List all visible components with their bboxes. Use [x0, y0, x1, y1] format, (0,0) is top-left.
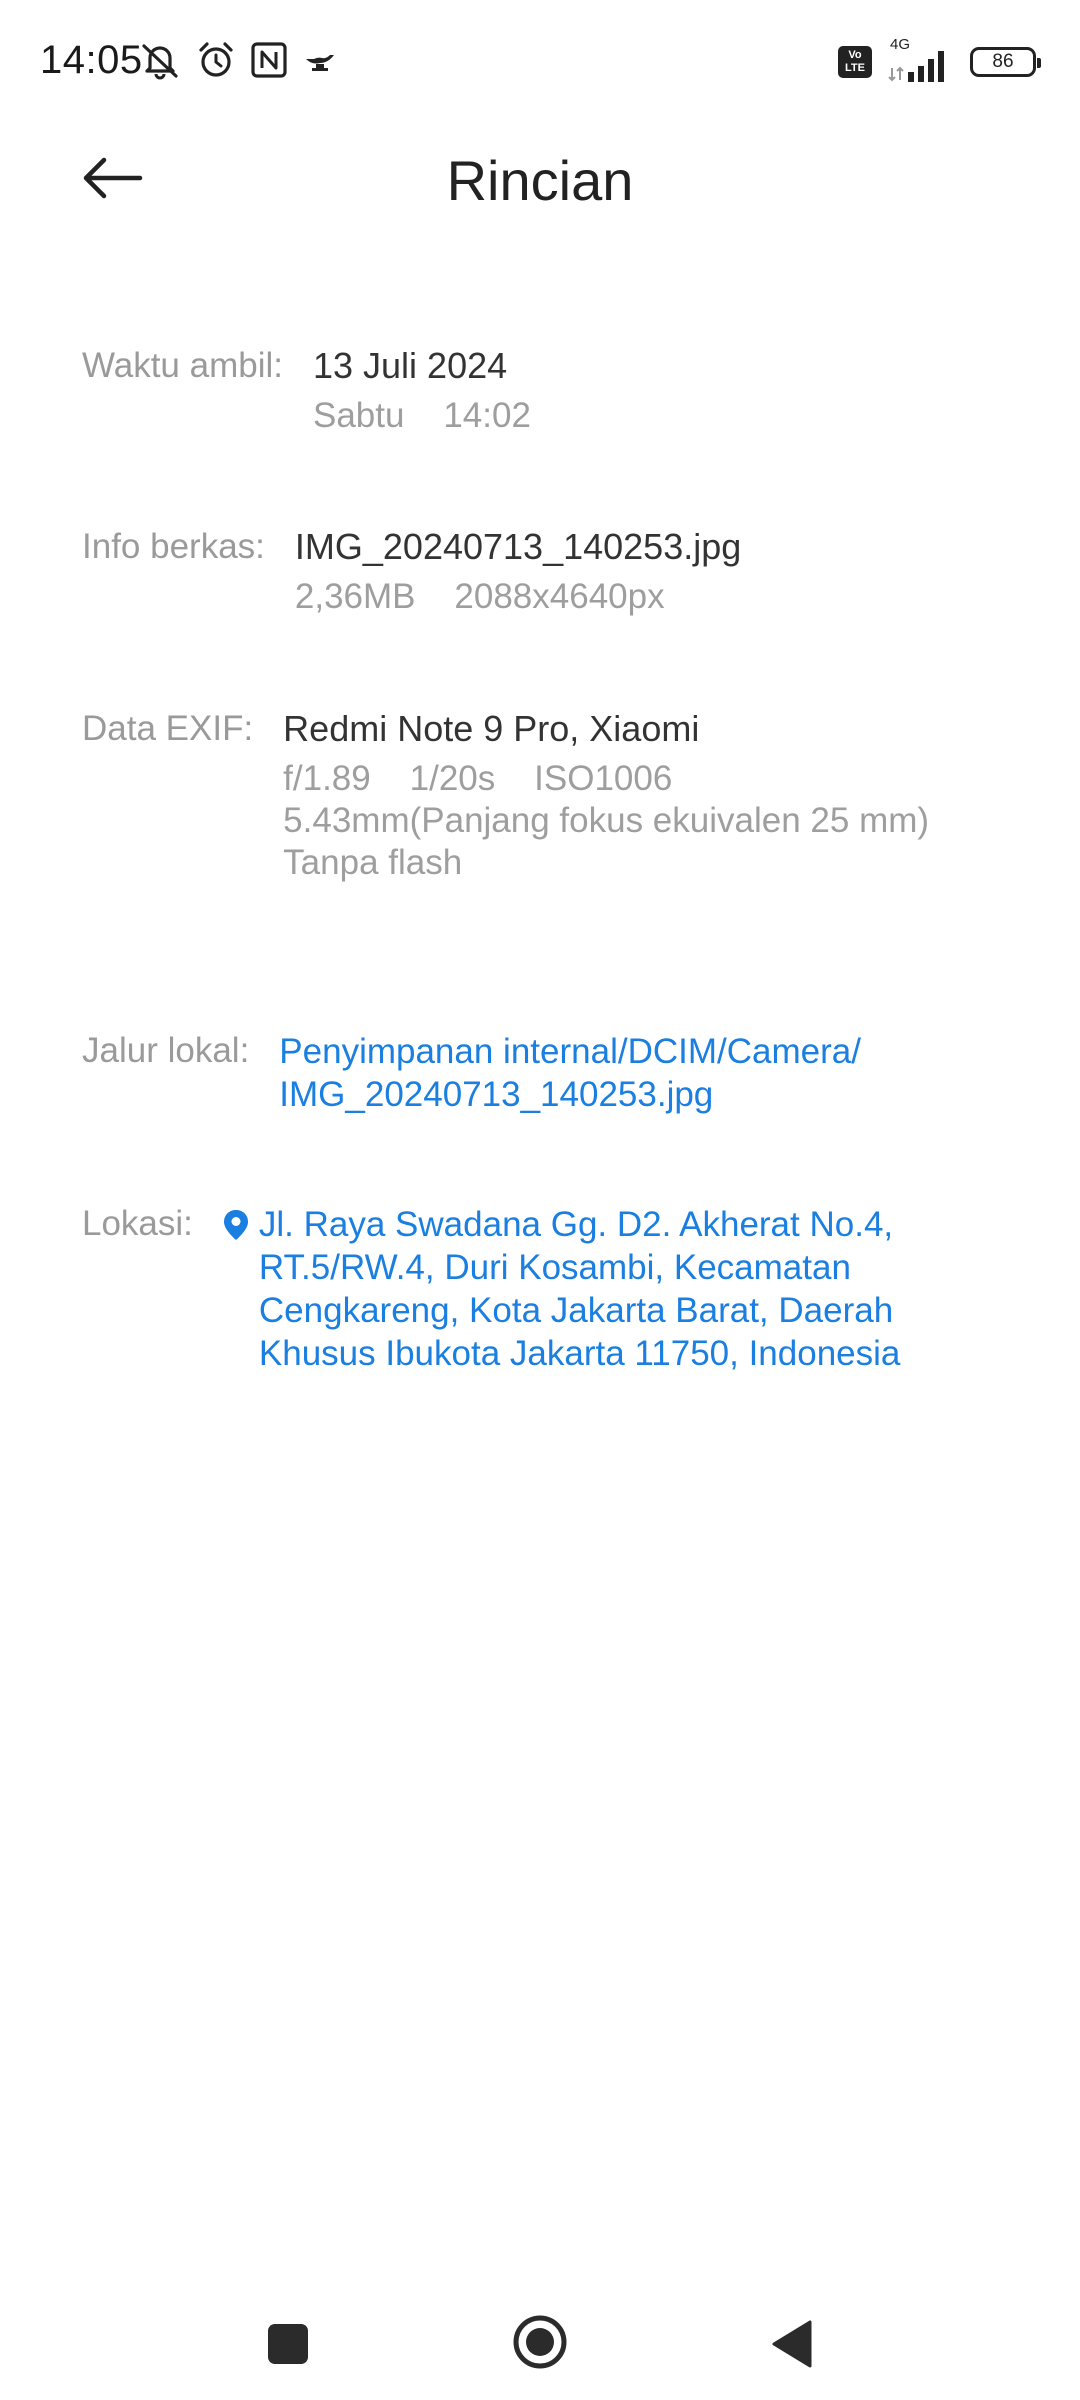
battery-level: 86: [992, 51, 1014, 72]
home-circle-icon[interactable]: [512, 2314, 568, 2370]
exif-focal: 5.43mm(Panjang fokus ekuivalen 25 mm): [283, 801, 930, 840]
location-pin-icon: [223, 1203, 253, 1375]
path-label: Jalur lokal:: [82, 1031, 250, 1070]
back-triangle-icon[interactable]: [768, 2318, 814, 2370]
exif-label: Data EXIF:: [82, 709, 254, 748]
capture-date: 13 Juli 2024: [312, 345, 508, 386]
file-label: Info berkas:: [82, 527, 265, 566]
path-link[interactable]: Penyimpanan internal/DCIM/Camera/ IMG_20…: [279, 1030, 861, 1116]
location-label: Lokasi:: [82, 1204, 193, 1243]
location-line: RT.5/RW.4, Duri Kosambi, Kecamatan: [258, 1248, 851, 1287]
file-name: IMG_20240713_140253.jpg: [294, 526, 742, 567]
detail-row-time: Waktu ambil: 13 Juli 2024 Sabtu 14:02: [82, 345, 531, 437]
exif-values: Redmi Note 9 Pro, Xiaomi f/1.89 1/20s IS…: [283, 708, 929, 884]
detail-row-file: Info berkas: IMG_20240713_140253.jpg 2,3…: [82, 526, 741, 618]
battery-icon: 86: [970, 47, 1041, 77]
time-label: Waktu ambil:: [82, 346, 283, 385]
file-meta: 2,36MB 2088x4640px: [294, 577, 665, 616]
status-bar: 14:05 Vo LTE 4G 86: [0, 0, 1080, 130]
exif-device: Redmi Note 9 Pro, Xiaomi: [283, 708, 700, 749]
path-line-2: IMG_20240713_140253.jpg: [279, 1075, 714, 1114]
detail-row-path: Jalur lokal: Penyimpanan internal/DCIM/C…: [82, 1030, 861, 1116]
capture-day-time: Sabtu 14:02: [312, 396, 531, 435]
location-line: Jl. Raya Swadana Gg. D2. Akherat No.4,: [258, 1205, 894, 1244]
location-address: Jl. Raya Swadana Gg. D2. Akherat No.4, R…: [259, 1203, 900, 1375]
volte-icon: Vo LTE: [838, 46, 872, 78]
file-values: IMG_20240713_140253.jpg 2,36MB 2088x4640…: [295, 526, 741, 618]
exif-flash: Tanpa flash: [283, 843, 463, 882]
navigation-bar: [0, 2300, 1080, 2400]
time-values: 13 Juli 2024 Sabtu 14:02: [313, 345, 531, 437]
recents-square-icon[interactable]: [268, 2324, 308, 2364]
path-line-1: Penyimpanan internal/DCIM/Camera/: [279, 1032, 861, 1071]
page-title: Rincian: [446, 149, 634, 212]
location-link[interactable]: Jl. Raya Swadana Gg. D2. Akherat No.4, R…: [223, 1203, 900, 1375]
exif-settings: f/1.89 1/20s ISO1006: [283, 759, 673, 798]
status-time: 14:05: [40, 38, 143, 82]
detail-row-location: Lokasi: Jl. Raya Swadana Gg. D2. Akherat…: [82, 1203, 900, 1375]
genie-lamp-icon: [302, 45, 338, 80]
detail-row-exif: Data EXIF: Redmi Note 9 Pro, Xiaomi f/1.…: [82, 708, 929, 884]
location-line: Khusus Ibukota Jakarta 11750, Indonesia: [258, 1334, 901, 1373]
location-line: Cengkareng, Kota Jakarta Barat, Daerah: [258, 1291, 894, 1330]
nfc-icon: [250, 41, 288, 84]
status-left-icons: [138, 40, 338, 85]
details-screen: 14:05 Vo LTE 4G 86 Rincian Waktu ambil: …: [0, 0, 1080, 2400]
mute-bell-icon: [138, 40, 182, 85]
status-right-icons: Vo LTE 4G 86: [838, 36, 1041, 84]
signal-icon: 4G: [886, 36, 956, 84]
alarm-icon: [196, 40, 236, 85]
